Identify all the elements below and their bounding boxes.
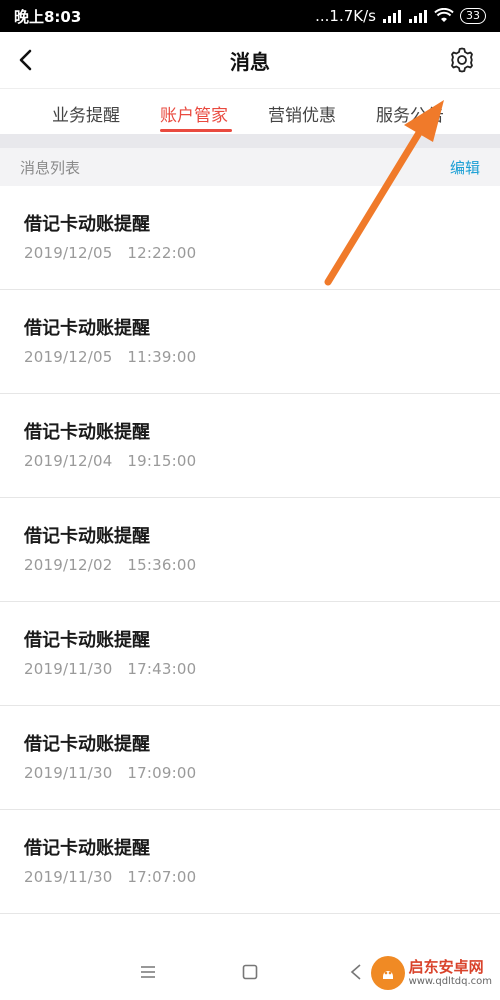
list-header-title: 消息列表	[20, 158, 81, 177]
section-divider	[0, 134, 500, 148]
list-item[interactable]: 借记卡动账提醒 2019/12/02 15:36:00	[0, 498, 500, 602]
message-title: 借记卡动账提醒	[24, 422, 150, 443]
tab-business-reminder[interactable]: 业务提醒	[52, 101, 120, 126]
battery-indicator: 33	[460, 8, 486, 24]
message-time: 2019/11/30 17:09:00	[24, 764, 197, 782]
list-item[interactable]: 借记卡动账提醒 2019/11/30 17:09:00	[0, 706, 500, 810]
tab-service-announcements[interactable]: 服务公告	[376, 101, 444, 126]
tab-marketing-offers[interactable]: 营销优惠	[268, 101, 336, 126]
list-item[interactable]: 借记卡动账提醒 2019/11/30 17:43:00	[0, 602, 500, 706]
triangle-back-icon	[350, 964, 361, 980]
list-item[interactable]: 借记卡动账提醒 2019/12/04 19:15:00	[0, 394, 500, 498]
list-item[interactable]: 借记卡动账提醒 2019/12/05 11:39:00	[0, 290, 500, 394]
home-button[interactable]	[236, 958, 264, 986]
message-title: 借记卡动账提醒	[24, 838, 150, 859]
signal-icon	[383, 10, 401, 23]
message-time: 2019/12/05 12:22:00	[24, 244, 197, 262]
message-time: 2019/12/04 19:15:00	[24, 452, 197, 470]
back-button[interactable]	[10, 44, 42, 76]
wifi-icon	[434, 8, 454, 22]
status-indicators: ...1.7K/s 33	[315, 7, 486, 25]
square-home-icon	[242, 964, 258, 980]
watermark-name: 启东安卓网	[408, 957, 484, 976]
signal-icon-2	[409, 10, 427, 23]
message-time: 2019/11/30 17:07:00	[24, 868, 197, 886]
menu-button[interactable]	[134, 958, 162, 986]
network-speed: ...1.7K/s	[315, 7, 376, 25]
message-list: 借记卡动账提醒 2019/12/05 12:22:00 借记卡动账提醒 2019…	[0, 186, 500, 914]
message-title: 借记卡动账提醒	[24, 214, 150, 235]
message-time: 2019/12/02 15:36:00	[24, 556, 197, 574]
gear-icon	[451, 47, 473, 73]
settings-button[interactable]	[446, 44, 478, 76]
list-item[interactable]: 借记卡动账提醒 2019/11/30 17:07:00	[0, 810, 500, 914]
message-time: 2019/12/05 11:39:00	[24, 348, 197, 366]
message-title: 借记卡动账提醒	[24, 734, 150, 755]
list-header: 消息列表 编辑	[0, 148, 500, 186]
message-title: 借记卡动账提醒	[24, 630, 150, 651]
watermark: 启东安卓网 www.qdltdq.com	[370, 956, 492, 990]
tab-account-manager[interactable]: 账户管家	[160, 101, 228, 126]
menu-icon	[141, 966, 155, 978]
page-title: 消息	[230, 49, 270, 74]
status-time: 晚上8:03	[14, 7, 82, 26]
system-back-button[interactable]	[342, 958, 370, 986]
watermark-url: www.qdltdq.com	[408, 975, 492, 987]
chevron-left-icon	[19, 49, 32, 71]
list-item[interactable]: 借记卡动账提醒 2019/12/05 12:22:00	[0, 186, 500, 290]
watermark-text: 启东安卓网 www.qdltdq.com	[408, 957, 492, 988]
watermark-logo-icon	[370, 956, 405, 990]
message-title: 借记卡动账提醒	[24, 526, 150, 547]
message-time: 2019/11/30 17:43:00	[24, 660, 197, 678]
status-bar: 晚上8:03 ...1.7K/s 33	[0, 0, 500, 32]
message-title: 借记卡动账提醒	[24, 318, 150, 339]
tab-bar: 业务提醒 账户管家 营销优惠 服务公告	[0, 88, 500, 134]
active-tab-indicator	[160, 129, 232, 132]
edit-button[interactable]: 编辑	[450, 157, 480, 178]
nav-bar: 消息	[0, 32, 500, 88]
